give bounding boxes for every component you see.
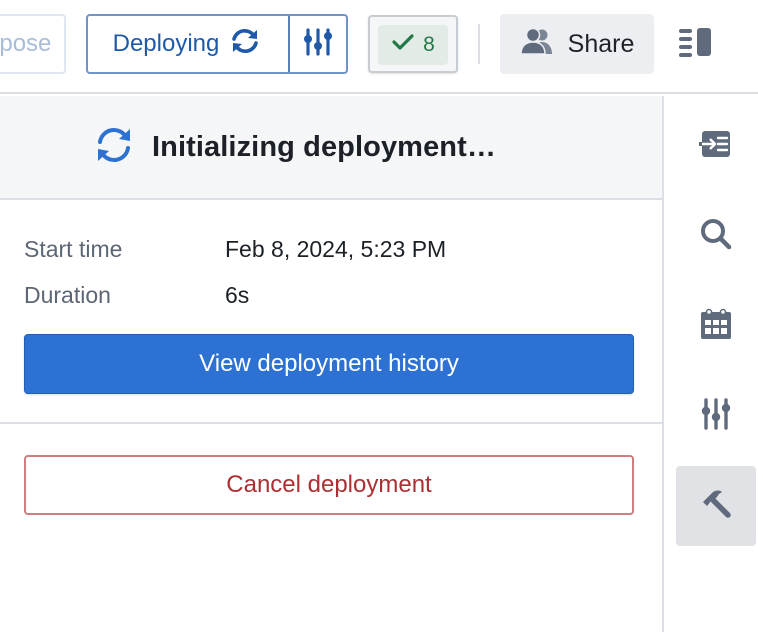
cancel-deployment-button[interactable]: Cancel deployment <box>24 455 634 515</box>
rail-item-search[interactable] <box>676 196 756 276</box>
hammer-icon <box>699 487 733 526</box>
deployment-status-title: Initializing deployment… <box>152 130 496 163</box>
toolbar-divider <box>478 24 480 64</box>
deploying-button[interactable]: Deploying <box>88 16 290 72</box>
import-icon <box>698 127 733 166</box>
check-icon <box>391 32 415 58</box>
start-time-label: Start time <box>24 236 123 262</box>
duration-label: Duration <box>24 282 111 308</box>
start-time-value: Feb 8, 2024, 5:23 PM <box>225 236 447 262</box>
view-deployment-history-button[interactable]: View deployment history <box>24 334 634 394</box>
calendar-icon <box>699 307 733 346</box>
rail-item-calendar[interactable] <box>676 286 756 366</box>
right-sidebar-rail <box>666 96 758 632</box>
propose-button-label: Propose <box>0 30 52 57</box>
panel-layout-toggle[interactable] <box>676 24 716 64</box>
deploying-label: Deploying <box>112 30 220 57</box>
start-time-row: Start time Feb 8, 2024, 5:23 PM <box>24 234 446 264</box>
deploy-button-group: Deploying <box>86 14 348 74</box>
top-toolbar: Propose Deploying <box>0 0 758 94</box>
deployment-panel: Initializing deployment… Start time Feb … <box>0 96 664 632</box>
duration-row: Duration 6s <box>24 280 249 310</box>
checks-count: 8 <box>423 33 435 56</box>
panel-layout-icon <box>679 27 713 62</box>
share-button[interactable]: Share <box>500 14 654 74</box>
people-icon <box>519 27 554 62</box>
rail-item-build[interactable] <box>676 466 756 546</box>
search-icon <box>699 217 733 256</box>
rail-item-import[interactable] <box>676 106 756 186</box>
duration-value: 6s <box>225 282 250 308</box>
sync-icon <box>92 125 136 170</box>
propose-button[interactable]: Propose <box>0 14 66 74</box>
deployment-details: Start time Feb 8, 2024, 5:23 PM Duration… <box>0 202 662 424</box>
checks-badge: 8 <box>378 25 448 65</box>
share-label: Share <box>567 29 635 58</box>
deployment-status-header: Initializing deployment… <box>0 96 662 200</box>
deployment-view: Propose Deploying <box>0 0 758 632</box>
sliders-icon <box>699 397 733 436</box>
rail-item-settings[interactable] <box>676 376 756 456</box>
sync-icon <box>227 26 263 63</box>
deploy-settings-button[interactable] <box>290 16 346 72</box>
checks-status-button[interactable]: 8 <box>368 15 458 73</box>
sliders-icon <box>302 26 334 63</box>
